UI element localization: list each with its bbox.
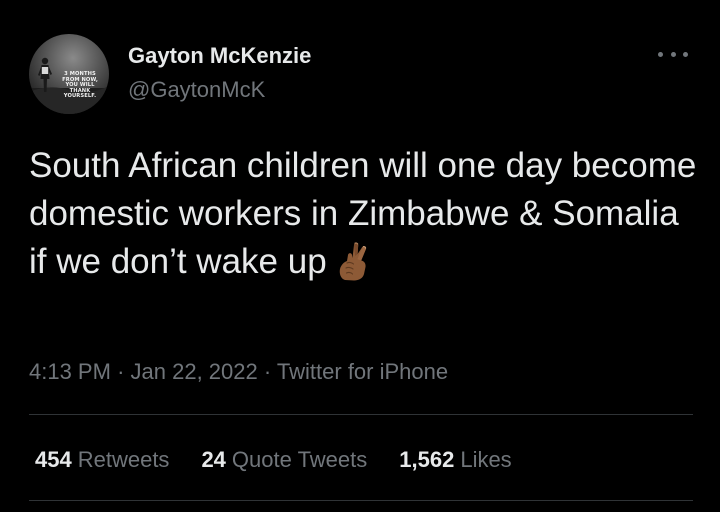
tweet-body: South African children will one day beco… xyxy=(29,142,699,286)
avatar-caption: 3 MONTHS FROM NOW, YOU WILL THANK YOURSE… xyxy=(62,71,98,100)
tweet-time[interactable]: 4:13 PM xyxy=(29,359,111,384)
more-dot xyxy=(683,51,688,57)
more-options-icon[interactable] xyxy=(658,44,688,64)
divider xyxy=(29,414,693,415)
quote-tweets-label: Quote Tweets xyxy=(231,447,368,472)
display-name[interactable]: Gayton McKenzie xyxy=(128,42,311,70)
engagement-stats: 454 Retweets 24 Quote Tweets 1,562 Likes xyxy=(35,446,512,474)
quote-tweets-stat[interactable]: 24 Quote Tweets xyxy=(201,446,367,474)
likes-count: 1,562 xyxy=(399,447,455,472)
tweet-source[interactable]: Twitter for iPhone xyxy=(277,359,448,384)
retweets-count: 454 xyxy=(35,447,72,472)
likes-stat[interactable]: 1,562 Likes xyxy=(399,446,511,474)
user-handle[interactable]: @GaytonMcK xyxy=(128,76,265,104)
quote-tweets-count: 24 xyxy=(201,447,226,472)
more-dot xyxy=(658,51,663,57)
tweet-card: 3 MONTHS FROM NOW, YOU WILL THANK YOURSE… xyxy=(0,0,720,512)
meta-separator: · xyxy=(263,359,272,384)
likes-label: Likes xyxy=(460,447,512,472)
divider xyxy=(29,500,693,501)
tweet-metadata: 4:13 PM · Jan 22, 2022 · Twitter for iPh… xyxy=(29,358,448,386)
avatar[interactable]: 3 MONTHS FROM NOW, YOU WILL THANK YOURSE… xyxy=(29,34,109,114)
more-dot xyxy=(670,51,676,57)
retweets-stat[interactable]: 454 Retweets xyxy=(35,446,169,474)
crossed-fingers-icon xyxy=(333,241,377,281)
tweet-date[interactable]: Jan 22, 2022 xyxy=(131,359,258,384)
meta-separator: · xyxy=(117,359,125,384)
retweets-label: Retweets xyxy=(77,447,170,472)
